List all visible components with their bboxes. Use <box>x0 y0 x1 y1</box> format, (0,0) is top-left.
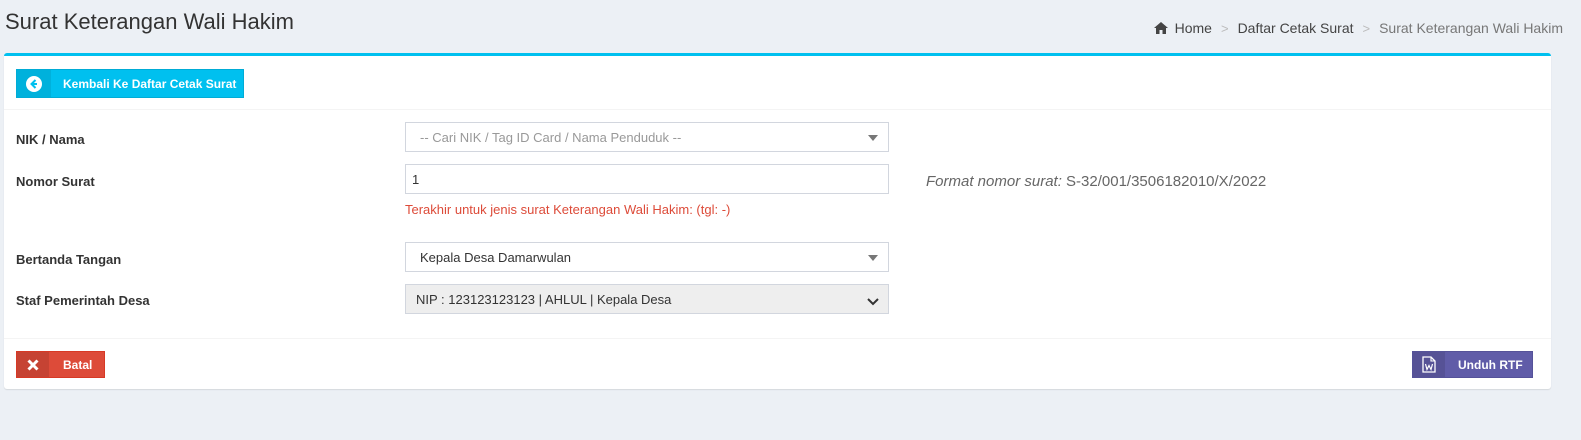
chevron-down-icon <box>867 294 879 309</box>
home-icon <box>1153 22 1168 34</box>
breadcrumb-separator: > <box>1220 20 1229 36</box>
staf-select[interactable]: NIP : 123123123123 | AHLUL | Kepala Desa <box>405 284 889 314</box>
download-rtf-button[interactable]: Unduh RTF <box>1412 351 1533 378</box>
format-value: S-32/001/3506182010/X/2022 <box>1066 173 1267 190</box>
nomor-surat-value: 1 <box>412 171 420 187</box>
nomor-surat-input[interactable]: 1 <box>405 164 889 194</box>
arrow-circle-left-icon <box>17 70 51 97</box>
back-to-list-button[interactable]: Kembali Ke Daftar Cetak Surat <box>16 69 244 98</box>
format-nomor-surat: Format nomor surat: S-32/001/3506182010/… <box>926 173 1266 190</box>
breadcrumb-home[interactable]: Home <box>1175 20 1212 36</box>
bertanda-tangan-select[interactable]: Kepala Desa Damarwulan <box>405 242 889 272</box>
box-footer: Batal Unduh RTF <box>4 338 1551 392</box>
back-button-label: Kembali Ke Daftar Cetak Surat <box>63 76 237 91</box>
nomor-surat-label: Nomor Surat <box>16 174 95 189</box>
close-icon <box>17 352 49 377</box>
cancel-label: Batal <box>63 357 93 372</box>
breadcrumb-separator: > <box>1362 20 1371 36</box>
page-title: Surat Keterangan Wali Hakim <box>5 9 294 34</box>
nik-label: NIK / Nama <box>16 132 85 147</box>
breadcrumb-current: Surat Keterangan Wali Hakim <box>1379 20 1563 36</box>
nomor-surat-help: Terakhir untuk jenis surat Keterangan Wa… <box>405 202 731 217</box>
caret-down-icon <box>868 135 878 141</box>
nik-select[interactable]: -- Cari NIK / Tag ID Card / Nama Pendudu… <box>405 122 889 152</box>
bertanda-tangan-value: Kepala Desa Damarwulan <box>420 249 572 265</box>
staf-value: NIP : 123123123123 | AHLUL | Kepala Desa <box>416 291 672 307</box>
caret-down-icon <box>868 255 878 261</box>
form-box: Kembali Ke Daftar Cetak Surat NIK / Nama… <box>4 53 1551 389</box>
cancel-button[interactable]: Batal <box>16 351 105 378</box>
box-header: Kembali Ke Daftar Cetak Surat <box>4 56 1551 110</box>
format-label: Format nomor surat: <box>926 173 1062 190</box>
download-rtf-label: Unduh RTF <box>1458 357 1523 372</box>
breadcrumb-daftar-cetak-surat[interactable]: Daftar Cetak Surat <box>1238 20 1354 36</box>
breadcrumb: Home > Daftar Cetak Surat > Surat Ketera… <box>1153 20 1563 36</box>
nik-placeholder: -- Cari NIK / Tag ID Card / Nama Pendudu… <box>420 129 682 145</box>
bertanda-tangan-label: Bertanda Tangan <box>16 252 122 267</box>
word-file-icon <box>1413 352 1445 377</box>
staf-label: Staf Pemerintah Desa <box>16 293 150 308</box>
